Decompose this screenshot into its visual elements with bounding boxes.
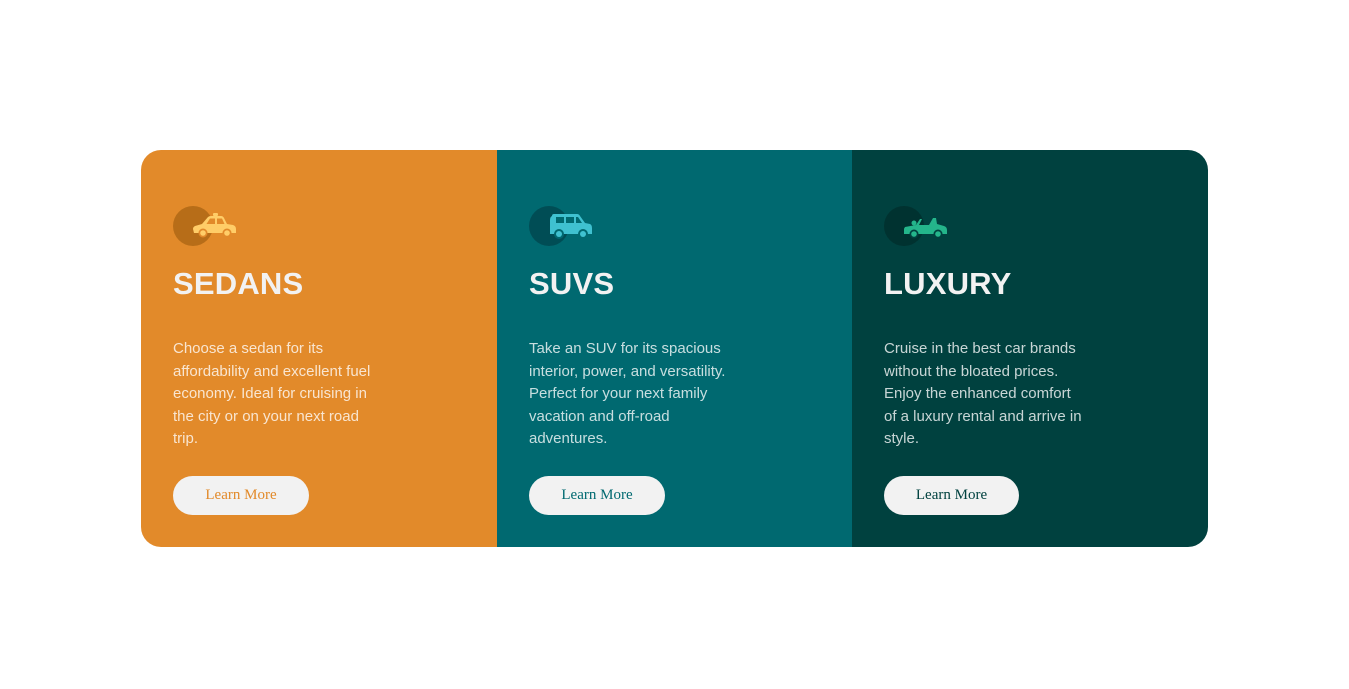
cards-container: SEDANS Choose a sedan for its affordabil… [141,150,1208,547]
card-icon-wrapper [173,206,243,246]
card-description-suvs: Take an SUV for its spacious interior, p… [529,340,726,447]
card-title-sedans: SEDANS [173,266,304,301]
learn-more-button-suvs[interactable]: Learn More [529,476,665,515]
card-title-suvs: SUVS [529,266,615,301]
card-suvs: SUVS Take an SUV for its spacious interi… [497,150,852,547]
card-luxury: LUXURY Cruise in the best car brands wit… [852,150,1208,547]
card-description-luxury: Cruise in the best car brands without th… [884,340,1082,447]
suv-car-icon [550,214,592,239]
card-icon-wrapper [884,206,954,246]
card-icon-wrapper [529,206,599,246]
card-sedans: SEDANS Choose a sedan for its affordabil… [141,150,497,547]
learn-more-button-sedans[interactable]: Learn More [173,476,309,515]
card-title-luxury: LUXURY [884,266,1012,301]
convertible-car-icon [904,218,947,239]
learn-more-button-luxury[interactable]: Learn More [884,476,1019,515]
sedan-car-icon [193,213,236,238]
card-description-sedans: Choose a sedan for its affordability and… [173,340,371,447]
